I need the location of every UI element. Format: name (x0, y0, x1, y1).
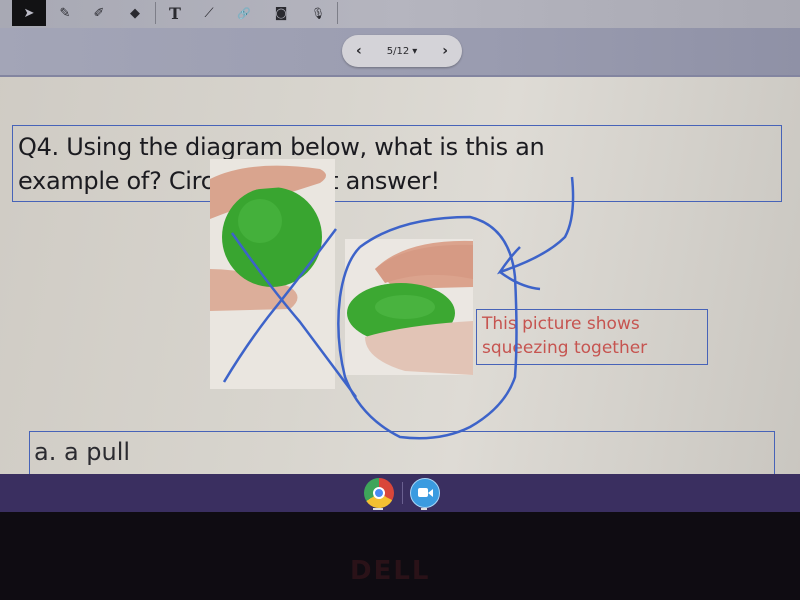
line-glyph: ⟋ (204, 5, 214, 21)
dell-logo: DELL (350, 556, 431, 586)
answer-a-text: a. a pull (34, 438, 131, 466)
squeezed-ball-illustration (347, 240, 473, 375)
note-line-1: This picture shows (482, 314, 640, 334)
highlighter-icon[interactable]: ✐ (82, 0, 116, 26)
toolbar-divider (155, 2, 156, 24)
highlighter-glyph: ✐ (93, 5, 105, 21)
annotation-toolbar: ➤ ✎ ✐ ◆ T ⟋ 🔗 ◙ 🎙 (0, 0, 800, 29)
question-textbox: Q4. Using the diagram below, what is thi… (12, 125, 782, 202)
pen-glyph: ✎ (59, 5, 71, 21)
round-ball-illustration (210, 165, 326, 311)
round-ball-image (210, 159, 335, 389)
line-icon[interactable]: ⟋ (192, 0, 226, 26)
question-line-2: example of? Circle the best answer! (18, 167, 440, 195)
annotation-note: This picture shows squeezing together (476, 309, 708, 365)
microphone-icon[interactable]: 🎙 (301, 0, 335, 26)
toolbar-divider (337, 2, 338, 24)
page-navigator: ‹ 5/12 ▾ › (342, 35, 462, 67)
camera-icon[interactable]: ◙ (264, 0, 298, 26)
next-page-button[interactable]: › (442, 43, 448, 59)
prev-page-button[interactable]: ‹ (356, 43, 362, 59)
zoom-icon[interactable] (410, 478, 440, 508)
zoom-running-indicator (421, 508, 427, 510)
text-icon[interactable]: T (158, 0, 192, 26)
question-line-1: Q4. Using the diagram below, what is thi… (18, 133, 545, 161)
text-glyph: T (169, 3, 181, 23)
chrome-icon[interactable] (364, 478, 394, 508)
chrome-running-indicator (373, 508, 383, 510)
squeezed-ball-image (345, 239, 473, 375)
eraser-icon[interactable]: ◆ (118, 0, 152, 26)
pen-icon[interactable]: ✎ (48, 0, 82, 26)
link-glyph: 🔗 (237, 6, 251, 20)
os-shelf (0, 474, 800, 512)
note-line-2: squeezing together (482, 338, 648, 358)
screen: ➤ ✎ ✐ ◆ T ⟋ 🔗 ◙ 🎙 ‹ 5/12 ▾ › Q4. Using t… (0, 0, 800, 512)
page-indicator: 5/12 (386, 45, 410, 57)
page-selector[interactable]: 5/12 ▾ (387, 46, 418, 57)
slide-canvas[interactable]: Q4. Using the diagram below, what is thi… (0, 77, 800, 512)
eraser-glyph: ◆ (130, 5, 140, 21)
microphone-glyph: 🎙 (311, 6, 325, 20)
chevron-down-icon: ▾ (412, 45, 418, 57)
shelf-divider (402, 482, 403, 504)
link-icon[interactable]: 🔗 (227, 0, 261, 26)
camera-glyph: ◙ (274, 5, 288, 21)
cursor-icon[interactable]: ➤ (12, 0, 46, 26)
cursor-glyph: ➤ (23, 5, 35, 21)
